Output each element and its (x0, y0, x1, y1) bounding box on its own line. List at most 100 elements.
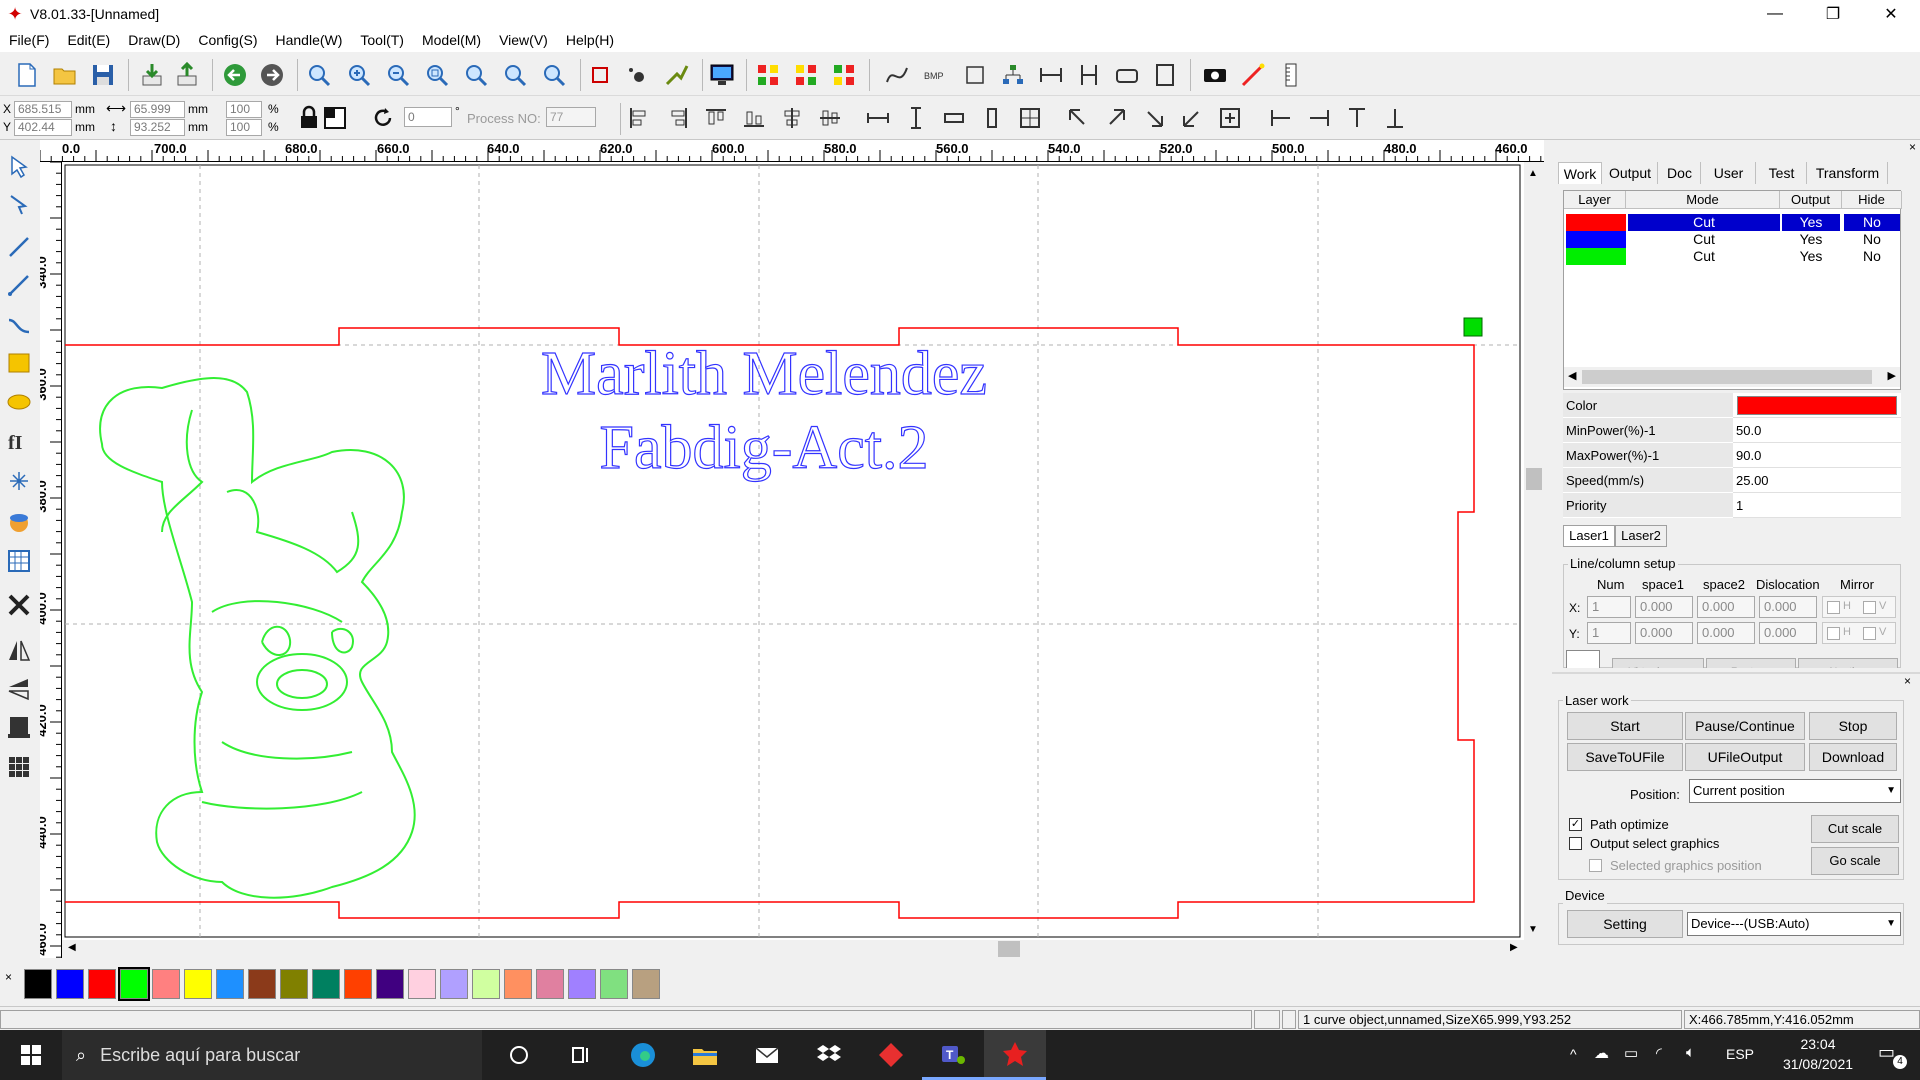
menu-draw[interactable]: Draw(D) (119, 32, 189, 48)
palette-swatch[interactable] (88, 969, 116, 999)
rect-frame-icon[interactable] (960, 60, 990, 90)
layer-h-scrollbar[interactable]: ◀ ▶ (1564, 367, 1900, 387)
layer-hide[interactable]: No (1844, 214, 1900, 231)
x-space2-field[interactable]: 0.000 (1697, 596, 1755, 618)
drawing-canvas[interactable]: Marlith Melendez Fabdig-Act.2 (62, 162, 1524, 940)
menu-edit[interactable]: Edit(E) (58, 32, 119, 48)
palette-swatch[interactable] (408, 969, 436, 999)
clock-date[interactable]: 31/08/2021 (1768, 1056, 1868, 1072)
palette-swatch[interactable] (24, 969, 52, 999)
layer-hide[interactable]: No (1844, 248, 1900, 265)
zoom-in-icon[interactable] (344, 60, 374, 90)
cut-scale-button[interactable]: Cut scale (1811, 815, 1899, 843)
x-space1-field[interactable]: 0.000 (1635, 596, 1693, 618)
canvas-vertical-scrollbar[interactable]: ▲ ▼ (1524, 162, 1544, 940)
zoom-out-icon[interactable] (383, 60, 413, 90)
rdworks-taskbar-icon[interactable] (984, 1030, 1046, 1080)
start-button[interactable]: Start (1567, 712, 1683, 740)
new-file-icon[interactable] (12, 60, 42, 90)
rotate-icon[interactable] (368, 103, 398, 133)
save-to-ufile-button[interactable]: SaveToUFile (1567, 743, 1683, 771)
move-bottom-left-icon[interactable] (1177, 103, 1207, 133)
palette-swatch[interactable] (248, 969, 276, 999)
text-tool-icon[interactable]: fI (3, 425, 35, 457)
y-space1-field[interactable]: 0.000 (1635, 622, 1693, 644)
zoom-data-icon[interactable] (539, 60, 569, 90)
align-top-icon[interactable] (701, 103, 731, 133)
curve-tool-icon[interactable] (3, 309, 35, 341)
scroll-left-icon[interactable]: ◀ (68, 942, 76, 953)
menu-view[interactable]: View(V) (490, 32, 557, 48)
monitor-icon[interactable] (707, 60, 737, 90)
node-select-icon[interactable] (3, 189, 35, 221)
ruler-icon[interactable] (1276, 60, 1306, 90)
ellipse-tool-icon[interactable] (3, 385, 35, 417)
rectangle-tool-icon[interactable] (3, 347, 35, 379)
windows-start-icon[interactable] (0, 1030, 62, 1080)
canvas-horizontal-scrollbar[interactable]: ◀ ▶ (62, 940, 1524, 958)
h-scroll-thumb[interactable] (998, 941, 1020, 957)
palette-swatch[interactable] (536, 969, 564, 999)
laser-head-icon[interactable] (3, 711, 35, 743)
menu-config[interactable]: Config(S) (189, 32, 266, 48)
same-height-icon[interactable] (901, 103, 931, 133)
menu-model[interactable]: Model(M) (413, 32, 490, 48)
array-icon-3[interactable] (829, 60, 859, 90)
battery-icon[interactable]: ▭ (1624, 1044, 1638, 1062)
distribute-v-icon[interactable] (977, 103, 1007, 133)
tab-transform[interactable]: Transform (1808, 162, 1888, 184)
close-button[interactable]: ✕ (1862, 0, 1920, 28)
scroll-down-icon[interactable]: ▼ (1528, 924, 1538, 935)
y-position-field[interactable]: 402.44 (14, 119, 72, 136)
menu-help[interactable]: Help(H) (557, 32, 623, 48)
v-scroll-thumb[interactable] (1526, 468, 1542, 490)
palette-swatch[interactable] (472, 969, 500, 999)
scroll-left-icon[interactable]: ◀ (1568, 369, 1576, 382)
palette-swatch[interactable] (184, 969, 212, 999)
tab-user[interactable]: User (1702, 162, 1756, 184)
distribute-h-icon[interactable] (939, 103, 969, 133)
position-select[interactable]: Current position ▼ (1689, 779, 1901, 803)
dropbox-icon[interactable] (798, 1030, 860, 1080)
select-frame-icon[interactable] (585, 60, 615, 90)
export-icon[interactable] (172, 60, 202, 90)
taskbar-search-box[interactable]: ⌕ Escribe aquí para buscar (62, 1030, 482, 1080)
zoom-pan-icon[interactable] (304, 60, 334, 90)
align-right-icon[interactable] (663, 103, 693, 133)
anchor-grid-icon[interactable] (320, 103, 350, 133)
stop-button[interactable]: Stop (1809, 712, 1897, 740)
y-space2-field[interactable]: 0.000 (1697, 622, 1755, 644)
x-dislocation-field[interactable]: 0.000 (1759, 596, 1817, 618)
image-tool-icon[interactable] (3, 505, 35, 537)
minimize-button[interactable]: — (1746, 0, 1804, 28)
bmp-icon[interactable]: BMP (920, 60, 950, 90)
device-select[interactable]: Device---(USB:Auto) ▼ (1687, 912, 1901, 936)
menu-tool[interactable]: Tool(T) (351, 32, 413, 48)
layer-output[interactable]: Yes (1782, 231, 1840, 248)
zoom-selected-icon[interactable] (500, 60, 530, 90)
node-edit-icon[interactable] (623, 60, 653, 90)
x-num-field[interactable]: 1 (1587, 596, 1631, 618)
y-dislocation-field[interactable]: 0.000 (1759, 622, 1817, 644)
no-color-icon[interactable]: × (5, 970, 12, 984)
max-power-field[interactable]: 90.0 (1733, 443, 1901, 468)
array-icon-1[interactable] (753, 60, 783, 90)
go-scale-button[interactable]: Go scale (1811, 847, 1899, 875)
align-left-icon[interactable] (624, 103, 654, 133)
redo-icon[interactable] (257, 60, 287, 90)
restrow-button[interactable]: Restrow (1706, 658, 1796, 668)
mirror-h-icon[interactable] (3, 635, 35, 667)
pause-continue-button[interactable]: Pause/Continue (1685, 712, 1805, 740)
undo-icon[interactable] (220, 60, 250, 90)
panel-close-icon[interactable]: × (1909, 140, 1916, 154)
maximize-button[interactable]: ❐ (1804, 0, 1862, 28)
move-top-right-icon[interactable] (1101, 103, 1131, 133)
move-top-left-icon[interactable] (1063, 103, 1093, 133)
edge-browser-icon[interactable] (612, 1030, 674, 1080)
onedrive-icon[interactable]: ☁ (1594, 1044, 1609, 1062)
layer-row[interactable]: Cut Yes No (1564, 231, 1902, 248)
scale-x-field[interactable]: 100 (226, 101, 262, 118)
download-button[interactable]: Download (1809, 743, 1897, 771)
save-icon[interactable] (88, 60, 118, 90)
height-field[interactable]: 93.252 (130, 119, 185, 136)
